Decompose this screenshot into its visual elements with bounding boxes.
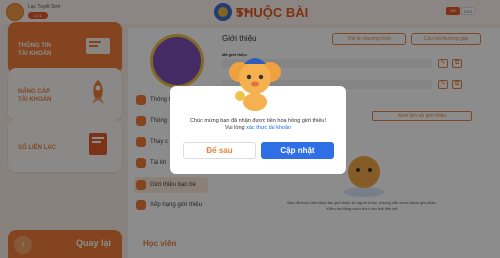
verify-account-link[interactable]: xác thực tài khoản <box>246 125 291 131</box>
later-button[interactable]: Để sau <box>183 142 256 159</box>
mascot-icon <box>229 58 281 111</box>
dialog-message: Chúc mừng bạn đã nhận được tiền hoa hồng… <box>190 118 326 131</box>
update-button[interactable]: Cập nhật <box>261 142 334 159</box>
